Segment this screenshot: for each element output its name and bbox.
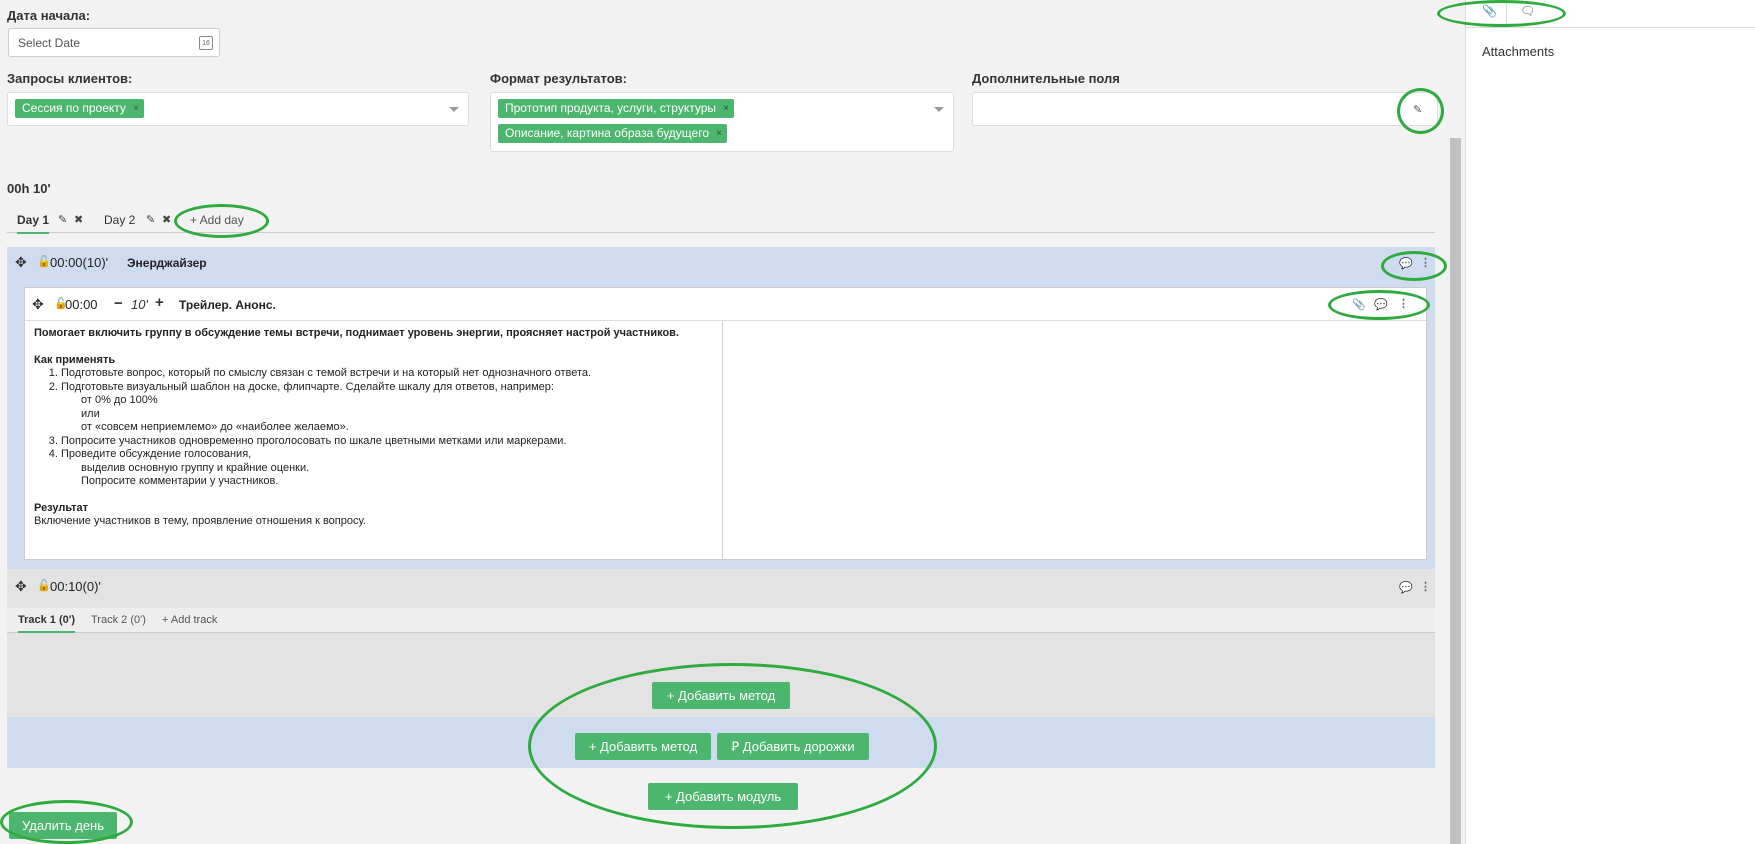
attachment-icon[interactable]: 📎 (1352, 298, 1366, 311)
list-item: Попросите участников одновременно прогол… (61, 435, 713, 449)
method-card: ✥ 🔓 00:00 − 10' + Трейлер. Анонс. 📎 💬 ⋮ … (24, 287, 1427, 560)
lock-icon[interactable]: 🔓 (37, 579, 51, 592)
result-format-label: Формат результатов: (490, 71, 627, 86)
module-time: 00:10(0)' (50, 579, 101, 594)
list-item: Подготовьте визуальный шаблон на доске, … (61, 381, 713, 435)
module-title: Энерджайзер (127, 256, 207, 270)
extra-fields-label: Дополнительные поля (972, 71, 1120, 86)
client-requests-label: Запросы клиентов: (7, 71, 133, 86)
tab-day-2[interactable]: Day 2 (104, 213, 135, 227)
delete-day-button[interactable]: Удалить день (9, 812, 117, 839)
client-request-tag: Сессия по проекту × (15, 99, 144, 118)
more-icon[interactable]: ⋮ (1398, 297, 1409, 310)
decrease-duration-button[interactable]: − (114, 295, 123, 312)
main-area: Дата начала: Select Date 16 Запросы клие… (0, 0, 1456, 844)
right-panel-tabs: 📎 🗨 (1466, 0, 1755, 28)
comment-icon[interactable]: 💬 (1399, 257, 1413, 270)
calendar-icon[interactable]: 16 (199, 36, 213, 50)
add-module-button[interactable]: + Добавить модуль (648, 783, 798, 810)
add-method-button[interactable]: + Добавить метод (652, 682, 790, 709)
method-intro: Помогает включить группу в обсуждение те… (34, 327, 679, 339)
start-date-label: Дата начала: (7, 8, 91, 23)
tab-track-2[interactable]: Track 2 (0') (91, 614, 146, 626)
method-duration: 10' (131, 297, 148, 312)
module-time: 00:00(10)' (50, 255, 109, 270)
method-title: Трейлер. Анонс. (179, 298, 276, 312)
method-header: ✥ 🔓 00:00 − 10' + Трейлер. Анонс. 📎 💬 ⋮ (25, 288, 1426, 321)
chevron-down-icon[interactable] (934, 107, 944, 112)
right-panel: 📎 🗨 Attachments (1465, 0, 1755, 844)
pencil-icon[interactable]: ✎ (58, 213, 67, 226)
list-item: Проведите обсуждение голосования, выдели… (61, 448, 713, 489)
move-icon[interactable]: ✥ (15, 254, 27, 271)
result-format-tag: Описание, картина образа будущего × (498, 124, 727, 143)
add-method-button[interactable]: + Добавить метод (575, 733, 711, 760)
method-time: 00:00 (65, 297, 98, 312)
client-requests-select[interactable]: Сессия по проекту × (7, 92, 469, 126)
add-day-button[interactable]: + Add day (190, 213, 244, 227)
comment-icon[interactable]: 💬 (1399, 581, 1413, 594)
remove-tag-icon[interactable]: × (133, 99, 139, 118)
attachments-title: Attachments (1482, 44, 1555, 59)
add-tracks-button[interactable]: Ꝑ Добавить дорожки (717, 733, 869, 760)
result-title: Результат (34, 501, 89, 514)
comments-icon[interactable]: 🗨 (1520, 4, 1535, 18)
result-format-select[interactable]: Прототип продукта, услуги, структуры × Оп… (490, 92, 954, 152)
how-to-title: Как применять (34, 353, 116, 366)
start-date-input[interactable]: Select Date 16 (8, 28, 220, 57)
total-duration: 00h 10' (7, 181, 51, 196)
tab-track-1[interactable]: Track 1 (0') (18, 614, 76, 633)
close-icon[interactable]: ✖ (162, 213, 171, 226)
method-description: Помогает включить группу в обсуждение те… (25, 321, 723, 559)
move-icon[interactable]: ✥ (32, 296, 44, 313)
pencil-icon[interactable]: ✎ (1413, 103, 1422, 116)
increase-duration-button[interactable]: + (155, 294, 164, 311)
tab-day-1[interactable]: Day 1 (17, 213, 50, 234)
remove-tag-icon[interactable]: × (723, 99, 729, 118)
extra-fields-box (972, 92, 1438, 126)
attachment-icon[interactable]: 📎 (1482, 4, 1497, 18)
module-energizer: ✥ 🔓 00:00(10)' Энерджайзер 💬 ⋮ ✥ 🔓 00:00… (7, 247, 1435, 569)
lock-icon[interactable]: 🔓 (37, 255, 51, 268)
result-text: Включение участников в тему, проявление … (34, 515, 366, 527)
result-format-tag: Прототип продукта, услуги, структуры × (498, 99, 735, 118)
remove-tag-icon[interactable]: × (716, 124, 722, 143)
scrollbar-thumb[interactable] (1450, 138, 1461, 844)
more-icon[interactable]: ⋮ (1420, 256, 1431, 269)
more-icon[interactable]: ⋮ (1420, 580, 1431, 593)
steps-list: Подготовьте вопрос, который по смыслу св… (34, 367, 713, 489)
start-date-placeholder: Select Date (18, 36, 81, 50)
pencil-icon[interactable]: ✎ (146, 213, 155, 226)
move-icon[interactable]: ✥ (15, 578, 27, 595)
add-track-button[interactable]: + Add track (162, 614, 217, 626)
close-icon[interactable]: ✖ (74, 213, 83, 226)
track-tabs: Track 1 (0') Track 2 (0') + Add track (7, 608, 1435, 633)
comment-icon[interactable]: 💬 (1374, 298, 1388, 311)
chevron-down-icon[interactable] (449, 107, 459, 112)
module-header: ✥ 🔓 00:00(10)' Энерджайзер 💬 ⋮ (7, 247, 1435, 279)
list-item: Подготовьте вопрос, который по смыслу св… (61, 367, 713, 381)
